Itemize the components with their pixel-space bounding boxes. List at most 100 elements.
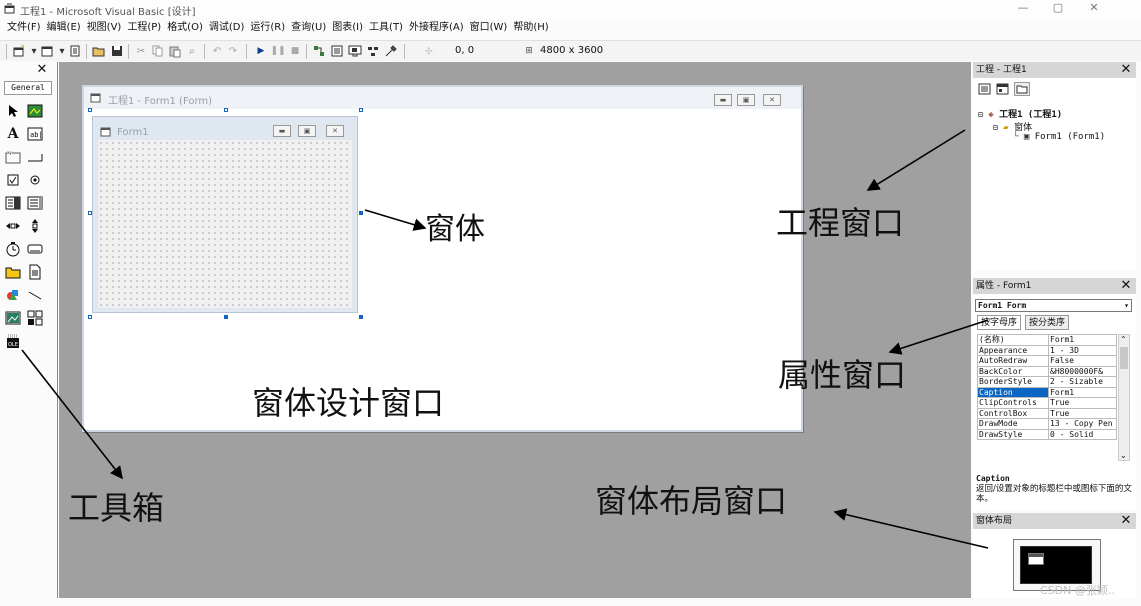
form-layout-icon[interactable] <box>348 44 362 58</box>
property-row[interactable]: AutoRedraw False <box>977 355 1117 367</box>
data-icon[interactable] <box>26 309 44 326</box>
undo-icon[interactable]: ↶ <box>210 44 224 58</box>
scroll-down-icon[interactable]: ⌄ <box>1120 451 1127 460</box>
layout-panel-close-button[interactable]: ✕ <box>1118 514 1134 528</box>
tab-alphabetic[interactable]: 按字母序 <box>977 315 1022 330</box>
form1-design-grid[interactable] <box>98 140 352 308</box>
property-value[interactable]: False <box>1048 355 1117 367</box>
property-row[interactable]: Appearance 1 - 3D <box>977 344 1117 356</box>
project-explorer-icon[interactable] <box>312 44 326 58</box>
project-panel-close-button[interactable]: ✕ <box>1118 63 1134 77</box>
frame-icon[interactable]: xy <box>4 148 22 165</box>
pause-icon[interactable]: ❚❚ <box>270 44 285 58</box>
property-row[interactable]: BorderStyle 2 - Sizable <box>977 376 1117 388</box>
stop-icon[interactable]: ■ <box>288 44 302 58</box>
menu-edit[interactable]: 编辑(E) <box>44 19 84 37</box>
property-row[interactable]: ClipControls True <box>977 397 1117 409</box>
menu-query[interactable]: 查询(U) <box>288 19 329 37</box>
add-project-icon[interactable] <box>12 44 26 58</box>
textbox-icon[interactable]: ab| <box>26 125 44 142</box>
property-row[interactable]: Caption Form1 <box>977 386 1117 398</box>
properties-window-icon[interactable] <box>330 44 344 58</box>
redo-icon[interactable]: ↷ <box>226 44 240 58</box>
vscrollbar-icon[interactable] <box>26 217 44 234</box>
designer-minimize-button[interactable]: ▬ <box>714 94 732 106</box>
tree-root[interactable]: ⊟ ◆ 工程1 (工程1) <box>978 107 1062 120</box>
toolbox-close-button[interactable]: ✕ <box>34 63 50 77</box>
property-value[interactable]: Form1 <box>1048 386 1117 398</box>
object-browser-icon[interactable] <box>366 44 380 58</box>
property-value[interactable]: True <box>1048 397 1117 409</box>
line-icon[interactable] <box>26 286 44 303</box>
paste-icon[interactable] <box>168 44 182 58</box>
property-value[interactable]: &H8000000F& <box>1048 365 1117 377</box>
image-icon[interactable] <box>4 309 22 326</box>
menu-debug[interactable]: 调试(D) <box>206 19 248 37</box>
picturebox-icon[interactable] <box>26 102 44 119</box>
menu-view[interactable]: 视图(V) <box>84 19 125 37</box>
property-row[interactable]: DrawMode 13 - Copy Pen <box>977 418 1117 430</box>
menu-format[interactable]: 格式(O) <box>164 19 206 37</box>
shape-icon[interactable] <box>4 286 22 303</box>
property-value[interactable]: 0 - Solid <box>1048 428 1117 440</box>
add-form-icon[interactable] <box>40 44 54 58</box>
menu-addins[interactable]: 外接程序(A) <box>406 19 467 37</box>
menu-run[interactable]: 运行(R) <box>247 19 288 37</box>
scroll-thumb[interactable] <box>1120 347 1128 369</box>
dropdown-arrow-icon[interactable]: ▾ <box>30 44 38 58</box>
checkbox-icon[interactable] <box>4 171 22 188</box>
drivelistbox-icon[interactable] <box>26 240 44 257</box>
layout-form-preview[interactable] <box>1028 553 1044 565</box>
tab-categorized[interactable]: 按分类序 <box>1025 315 1070 330</box>
property-value[interactable]: True <box>1048 407 1117 419</box>
listbox-icon[interactable] <box>26 194 44 211</box>
menu-window[interactable]: 窗口(W) <box>467 19 511 37</box>
copy-icon[interactable] <box>151 44 165 58</box>
form1-close-button[interactable]: ✕ <box>326 125 344 137</box>
dropdown-arrow-icon[interactable]: ▾ <box>58 44 66 58</box>
menu-diagram[interactable]: 图表(I) <box>329 19 366 37</box>
optionbutton-icon[interactable] <box>26 171 44 188</box>
dirlistbox-icon[interactable] <box>4 263 22 280</box>
menu-editor-icon[interactable] <box>68 44 82 58</box>
property-value[interactable]: 1 - 3D <box>1048 344 1117 356</box>
pointer-icon[interactable] <box>4 102 22 119</box>
save-icon[interactable] <box>110 44 124 58</box>
minimize-button[interactable]: — <box>1009 0 1037 18</box>
view-code-icon[interactable] <box>978 83 991 98</box>
find-icon[interactable]: ⌕ <box>185 44 199 58</box>
form1-maximize-button[interactable]: ▣ <box>298 125 316 137</box>
properties-scrollbar[interactable]: ⌃ ⌄ <box>1118 334 1130 461</box>
menu-help[interactable]: 帮助(H) <box>510 19 551 37</box>
ole-icon[interactable]: OLE <box>4 332 22 349</box>
property-value[interactable]: 13 - Copy Pen <box>1048 418 1117 430</box>
object-select[interactable]: Form1 Form ▾ <box>975 299 1132 312</box>
property-row[interactable]: (名称) Form1 <box>977 334 1117 346</box>
designer-close-button[interactable]: ✕ <box>763 94 781 106</box>
form1-window[interactable]: Form1 ▬ ▣ ✕ <box>92 116 358 313</box>
timer-icon[interactable] <box>4 240 22 257</box>
designer-maximize-button[interactable]: ▣ <box>737 94 755 106</box>
maximize-button[interactable]: ▢ <box>1044 0 1072 18</box>
label-icon[interactable]: A <box>4 125 22 142</box>
scroll-up-icon[interactable]: ⌃ <box>1120 335 1127 344</box>
menu-file[interactable]: 文件(F) <box>4 19 44 37</box>
toggle-folders-icon[interactable] <box>1014 82 1030 96</box>
resize-handle[interactable] <box>359 315 363 319</box>
property-row[interactable]: BackColor &H8000000F& <box>977 365 1117 377</box>
resize-handle[interactable] <box>359 211 363 215</box>
properties-panel-close-button[interactable]: ✕ <box>1118 279 1134 293</box>
property-value[interactable]: 2 - Sizable <box>1048 376 1117 388</box>
form1-minimize-button[interactable]: ▬ <box>273 125 291 137</box>
property-row[interactable]: DrawStyle 0 - Solid <box>977 428 1117 440</box>
resize-handle[interactable] <box>224 315 228 319</box>
toolbox-general-tab[interactable]: General <box>4 81 52 95</box>
property-row[interactable]: ControlBox True <box>977 407 1117 419</box>
property-value[interactable]: Form1 <box>1048 334 1117 346</box>
toolbox-icon[interactable] <box>384 44 398 58</box>
combobox-icon[interactable] <box>4 194 22 211</box>
hscrollbar-icon[interactable] <box>4 217 22 234</box>
open-icon[interactable] <box>92 44 106 58</box>
close-button[interactable]: ✕ <box>1080 0 1108 18</box>
tree-form1[interactable]: └ ▣ Form1 (Form1) <box>1013 132 1105 142</box>
